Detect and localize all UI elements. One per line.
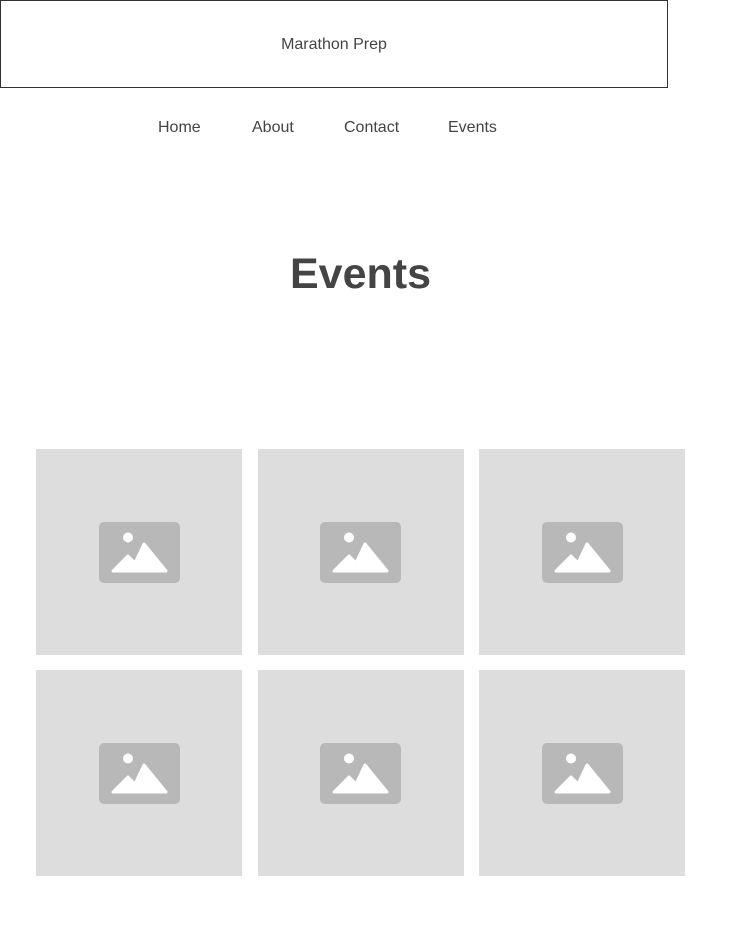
- image-placeholder-icon: [541, 742, 623, 804]
- page-title: Events: [289, 250, 431, 298]
- nav-link-contact[interactable]: Contact: [344, 119, 399, 137]
- nav-link-events[interactable]: Events: [448, 119, 497, 137]
- gallery-tile[interactable]: [479, 670, 685, 876]
- gallery-tile[interactable]: [36, 670, 242, 876]
- site-header: Marathon Prep: [0, 0, 668, 88]
- main-nav: Home About Contact Events: [0, 119, 668, 139]
- image-placeholder-icon: [320, 742, 401, 804]
- gallery-tile[interactable]: [257, 670, 464, 876]
- image-placeholder-icon: [98, 521, 180, 583]
- events-gallery: [36, 449, 686, 876]
- nav-link-about[interactable]: About: [252, 119, 294, 137]
- image-placeholder-icon: [541, 521, 623, 583]
- gallery-tile[interactable]: [36, 449, 242, 655]
- image-placeholder-icon: [320, 521, 401, 583]
- nav-link-home[interactable]: Home: [158, 119, 201, 137]
- gallery-tile[interactable]: [257, 449, 464, 655]
- gallery-tile[interactable]: [479, 449, 685, 655]
- site-title: Marathon Prep: [281, 36, 387, 53]
- image-placeholder-icon: [98, 742, 180, 804]
